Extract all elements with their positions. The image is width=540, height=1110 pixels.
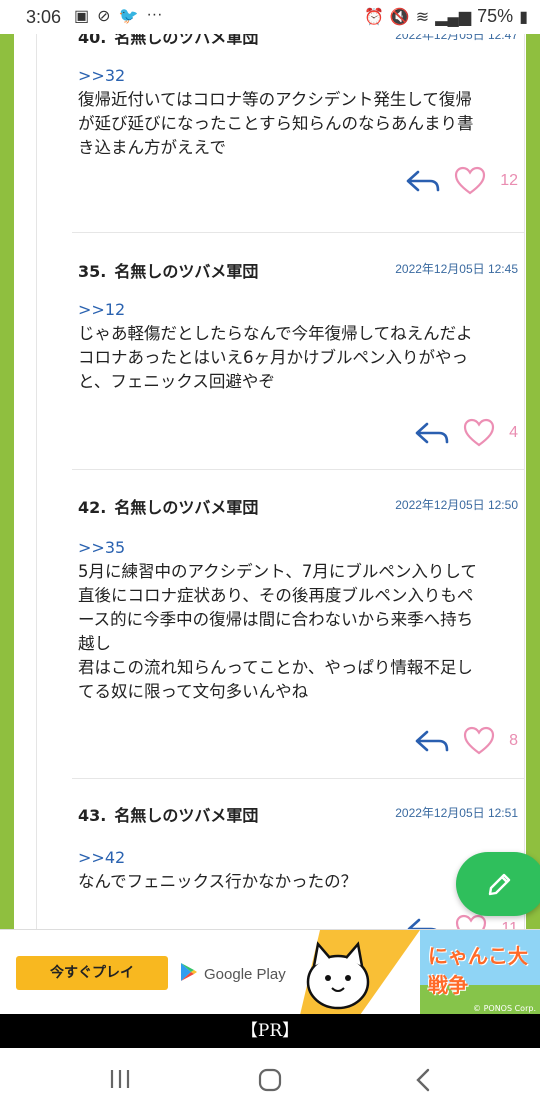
- post-separator: [72, 469, 524, 470]
- pencil-icon: [486, 870, 514, 902]
- comment-list[interactable]: 40. 名無しのツバメ軍団 2022年12月05日 12:47 >>32 復帰近付…: [14, 34, 526, 929]
- reply-icon[interactable]: [406, 168, 440, 194]
- notification-icons: ▣ ⊘ 🐦 ···: [74, 6, 162, 26]
- post-separator: [72, 232, 524, 233]
- ad-banner[interactable]: 今すぐプレイ Google Play にゃんこ大戦争 © PONOS Corp.: [0, 929, 540, 1015]
- reply-anchor-link[interactable]: >>32: [78, 66, 125, 85]
- comment-author: 名無しのツバメ軍団: [114, 498, 259, 517]
- do-not-disturb-icon: ⊘: [97, 8, 111, 25]
- wifi-icon: ≋: [415, 8, 430, 26]
- comment-actions: 4: [415, 418, 518, 448]
- comment-header: 40. 名無しのツバメ軍団 2022年12月05日 12:47: [78, 34, 518, 48]
- comment-number: 35.: [78, 262, 107, 281]
- reply-icon[interactable]: [415, 420, 449, 446]
- more-notifications-icon: ···: [146, 6, 163, 23]
- page-side-border-left: [0, 34, 14, 929]
- comment-number: 43.: [78, 806, 107, 825]
- battery-icon: ▮: [519, 8, 528, 26]
- reply-anchor-link[interactable]: >>35: [78, 538, 125, 557]
- like-heart-icon[interactable]: [463, 418, 495, 448]
- ad-artwork: にゃんこ大戦争 © PONOS Corp.: [300, 930, 540, 1015]
- google-play-badge[interactable]: Google Play: [180, 962, 286, 986]
- back-icon[interactable]: [414, 1068, 432, 1096]
- comment-post: 35. 名無しのツバメ軍団 2022年12月05日 12:45 >>12 じゃあ軽…: [78, 258, 518, 458]
- like-count: 4: [509, 424, 518, 441]
- comment-post: 43. 名無しのツバメ軍団 2022年12月05日 12:51 >>42 なんでフ…: [78, 802, 518, 929]
- comment-author: 名無しのツバメ軍団: [114, 34, 259, 47]
- post-separator: [72, 778, 524, 779]
- signal-icon: ▂▄▆: [435, 8, 472, 26]
- clock: 3:06: [26, 7, 62, 27]
- divider: [524, 34, 525, 929]
- alarm-icon: ⏰: [363, 8, 384, 26]
- comment-post: 40. 名無しのツバメ軍団 2022年12月05日 12:47 >>32 復帰近付…: [78, 34, 518, 224]
- reply-anchor-link[interactable]: >>42: [78, 848, 125, 867]
- comment-number: 42.: [78, 498, 107, 517]
- like-heart-icon[interactable]: [455, 914, 487, 929]
- comment-header: 43. 名無しのツバメ軍団 2022年12月05日 12:51: [78, 802, 518, 826]
- comment-date: 2022年12月05日 12:51: [395, 806, 518, 820]
- comment-author: 名無しのツバメ軍団: [114, 262, 259, 281]
- like-heart-icon[interactable]: [454, 166, 486, 196]
- comment-body: 5月に練習中のアクシデント、7月にブルペン入りして 直後にコロナ症状あり、その後…: [78, 562, 477, 701]
- page-side-border-right: [526, 34, 540, 929]
- comment-body: 復帰近付いてはコロナ等のアクシデント発生して復帰 が延び延びになったことすら知ら…: [78, 90, 474, 157]
- comment-header: 35. 名無しのツバメ軍団 2022年12月05日 12:45: [78, 258, 518, 282]
- battery-percent: 75%: [477, 6, 514, 26]
- comment-actions: 12: [406, 166, 518, 196]
- gallery-icon: ▣: [74, 8, 90, 25]
- comment-header: 42. 名無しのツバメ軍団 2022年12月05日 12:50: [78, 494, 518, 518]
- compose-button[interactable]: [456, 852, 540, 916]
- store-name: Google Play: [204, 965, 286, 983]
- like-count: 11: [501, 920, 518, 929]
- game-logo: にゃんこ大戦争: [428, 944, 528, 997]
- mute-icon: 🔇: [389, 8, 410, 26]
- divider: [36, 34, 37, 929]
- like-heart-icon[interactable]: [463, 726, 495, 756]
- google-play-icon: [180, 962, 198, 986]
- twitter-icon: 🐦: [118, 8, 139, 25]
- home-icon[interactable]: [258, 1068, 282, 1096]
- ad-copyright: © PONOS Corp.: [473, 1004, 536, 1013]
- comment-author: 名無しのツバメ軍団: [114, 806, 259, 825]
- comment-actions: 8: [415, 726, 518, 756]
- ad-play-now-button[interactable]: 今すぐプレイ: [16, 956, 168, 990]
- recent-apps-icon[interactable]: [108, 1068, 132, 1094]
- like-count: 12: [500, 172, 518, 189]
- pr-label: 【PR】: [0, 1014, 540, 1048]
- system-icons: ⏰ 🔇 ≋ ▂▄▆ 75% ▮: [364, 6, 528, 27]
- reply-anchor-link[interactable]: >>12: [78, 300, 125, 319]
- comment-date: 2022年12月05日 12:50: [395, 498, 518, 512]
- reply-icon[interactable]: [407, 916, 441, 929]
- reply-icon[interactable]: [415, 728, 449, 754]
- like-count: 8: [509, 732, 518, 749]
- status-bar: 3:06 ▣ ⊘ 🐦 ··· ⏰ 🔇 ≋ ▂▄▆ 75% ▮: [0, 0, 540, 34]
- comment-body: じゃあ軽傷だとしたらなんで今年復帰してねえんだよ コロナあったとはいえ6ヶ月かけ…: [78, 324, 473, 391]
- comment-number: 40.: [78, 34, 107, 47]
- comment-body: なんでフェニックス行かなかったの？: [78, 872, 358, 891]
- system-navigation-bar: [0, 1048, 540, 1110]
- comment-post: 42. 名無しのツバメ軍団 2022年12月05日 12:50 >>35 5月に練…: [78, 494, 518, 794]
- comment-date: 2022年12月05日 12:47: [395, 34, 518, 42]
- comment-date: 2022年12月05日 12:45: [395, 262, 518, 276]
- comment-actions: 11: [407, 914, 518, 929]
